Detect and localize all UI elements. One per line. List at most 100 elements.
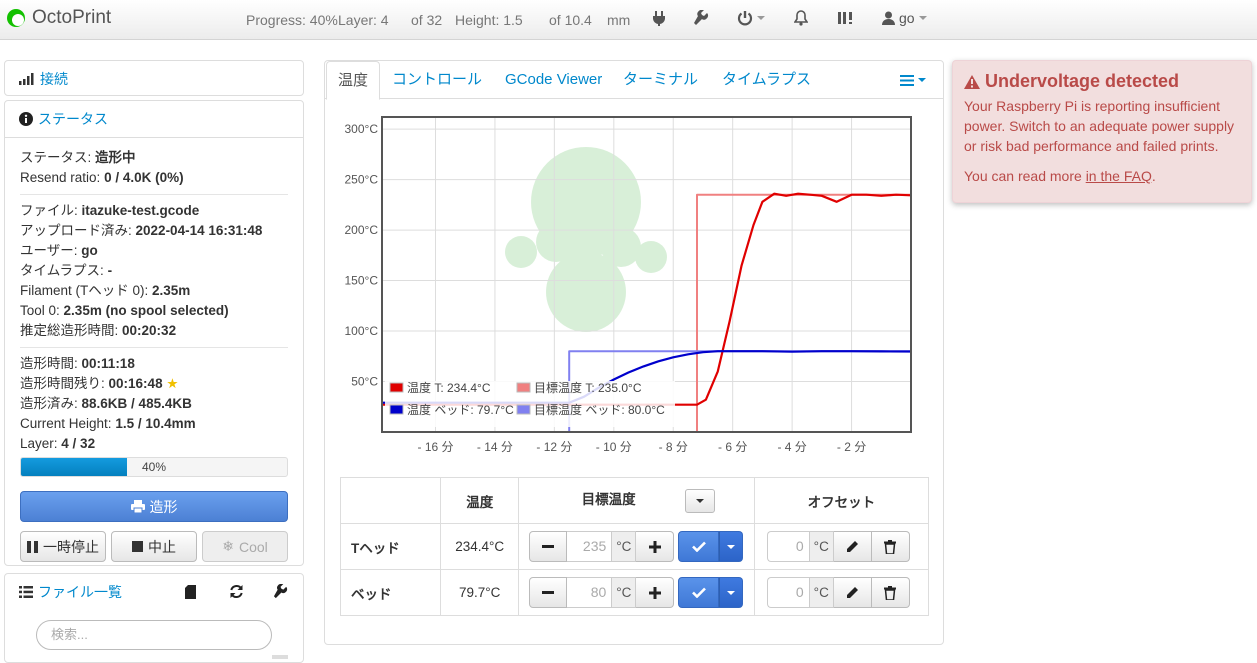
target-input[interactable]: 235	[567, 531, 612, 562]
x-tick-label: - 12 分	[536, 440, 572, 454]
faq-link[interactable]: in the FAQ	[1086, 168, 1152, 184]
delete-offset-button[interactable]	[871, 577, 910, 608]
offset-input[interactable]: 0	[766, 531, 809, 562]
target-unit: °C	[611, 577, 637, 608]
files-wrench-icon[interactable]	[273, 583, 288, 602]
cancel-button[interactable]: 中止	[111, 531, 197, 562]
y-tick-label: 100°C	[345, 324, 379, 338]
x-tick-label: - 6 分	[718, 440, 747, 454]
trash-icon	[884, 585, 897, 600]
hamburger-icon	[900, 74, 914, 86]
set-target-button[interactable]	[678, 577, 720, 608]
x-tick-label: - 8 分	[659, 440, 688, 454]
tab-gcode-viewer[interactable]: GCode Viewer	[505, 61, 602, 99]
temperature-table: 温度 目標温度 オフセット Tヘッド 234.4°C 235 °C 0 °C ベ…	[339, 477, 930, 616]
delete-offset-button[interactable]	[871, 531, 910, 562]
sidebar-scrollbar[interactable]	[272, 655, 288, 659]
connection-title: 接続	[40, 71, 68, 87]
pause-icon	[27, 540, 38, 553]
bell-icon[interactable]	[794, 10, 808, 26]
brand[interactable]: OctoPrint	[6, 7, 111, 29]
edit-offset-button[interactable]	[833, 531, 872, 562]
nav-height-unit: mm	[607, 12, 631, 28]
navbar: OctoPrint Progress: 40% Layer: 4 of 32 H…	[0, 0, 1257, 40]
octoprint-logo-icon	[7, 9, 25, 27]
nav-layer-total: of 32	[411, 12, 443, 28]
print-button[interactable]: 造形	[20, 491, 288, 522]
offset-input[interactable]: 0	[766, 577, 809, 608]
minus-icon	[542, 591, 555, 594]
decrement-button[interactable]	[529, 577, 568, 608]
legend-swatch	[516, 382, 531, 393]
tab-timelapse[interactable]: タイムラプス	[722, 61, 811, 99]
chevron-down-icon	[696, 498, 705, 503]
cool-button[interactable]: ❄ Cool	[202, 531, 288, 562]
legend-swatch	[516, 404, 531, 415]
system-warning-icon[interactable]	[837, 10, 855, 26]
tab-menu[interactable]	[900, 61, 926, 99]
refresh-icon[interactable]	[229, 584, 244, 602]
legend-swatch	[389, 404, 404, 415]
filament-row: Filament (Tヘッド 0): 2.35m	[20, 283, 191, 298]
status-body: ステータス: 造形中 Resend ratio: 0 / 4.0K (0%) フ…	[5, 137, 303, 477]
tool0-row: Tool 0: 2.35m (no spool selected)	[20, 303, 229, 318]
header-offset: オフセット	[753, 477, 930, 524]
layer-row: Layer: 4 / 32	[20, 436, 96, 451]
brand-name: OctoPrint	[32, 7, 112, 28]
nav-height: Height: 1.5	[455, 12, 523, 28]
status-title: ステータス	[38, 111, 108, 127]
printer-icon	[130, 500, 145, 513]
list-icon	[19, 586, 33, 598]
files-heading[interactable]: ファイル一覧	[5, 574, 303, 610]
x-tick-label: - 2 分	[837, 440, 866, 454]
pencil-icon	[847, 586, 859, 598]
file-row: ファイル: itazuke-test.gcode	[20, 203, 200, 218]
user-menu[interactable]: go	[882, 10, 927, 26]
chevron-down-icon	[727, 590, 736, 595]
pencil-icon	[847, 540, 859, 552]
increment-button[interactable]	[636, 577, 675, 608]
target-input[interactable]: 80	[567, 577, 612, 608]
wrench-icon[interactable]	[693, 10, 709, 26]
status-heading[interactable]: ステータス	[5, 101, 303, 137]
header-actual: 温度	[440, 477, 520, 524]
tab-temperature[interactable]: 温度	[326, 61, 381, 100]
table-row: ベッド 79.7°C 80 °C 0 °C	[339, 569, 930, 616]
offset-unit: °C	[808, 577, 834, 608]
info-icon	[19, 112, 33, 126]
undervoltage-alert: Undervoltage detected Your Raspberry Pi …	[952, 60, 1252, 203]
alert-title: Undervoltage detected	[964, 71, 1240, 92]
y-tick-label: 50°C	[351, 375, 378, 389]
plus-icon	[648, 540, 661, 553]
warning-triangle-icon	[964, 74, 980, 89]
check-icon	[692, 587, 706, 598]
tab-terminal[interactable]: ターミナル	[623, 61, 698, 99]
minus-icon	[542, 545, 555, 548]
estimated-time-row: 推定総造形時間: 00:20:32	[20, 323, 177, 338]
tab-control[interactable]: コントロール	[392, 61, 482, 99]
target-presets-button[interactable]	[719, 531, 744, 562]
check-icon	[692, 541, 706, 552]
decrement-button[interactable]	[529, 531, 568, 562]
power-menu-icon[interactable]	[737, 10, 765, 26]
file-search-input[interactable]: 検索...	[36, 620, 272, 650]
row-actual: 79.7°C	[440, 569, 520, 616]
target-presets-button[interactable]	[719, 577, 744, 608]
nav-height-total: of 10.4	[549, 12, 592, 28]
current-height-row: Current Height: 1.5 / 10.4mm	[20, 416, 196, 431]
connection-heading[interactable]: 接続	[5, 61, 303, 97]
sd-card-icon[interactable]	[185, 585, 196, 602]
offset-unit: °C	[808, 531, 834, 562]
legend-label: 温度 ベッド: 79.7°C	[407, 402, 514, 417]
power-plug-icon[interactable]	[652, 10, 666, 26]
files-panel: ファイル一覧 検索...	[4, 573, 304, 663]
edit-offset-button[interactable]	[833, 577, 872, 608]
row-name: Tヘッド	[339, 523, 442, 570]
increment-button[interactable]	[636, 531, 675, 562]
target-dropdown-button[interactable]	[685, 488, 716, 513]
pause-button[interactable]: 一時停止	[20, 531, 106, 562]
nav-progress: Progress: 40%	[246, 12, 338, 28]
set-target-button[interactable]	[678, 531, 720, 562]
plus-icon	[648, 586, 661, 599]
target-unit: °C	[611, 531, 637, 562]
